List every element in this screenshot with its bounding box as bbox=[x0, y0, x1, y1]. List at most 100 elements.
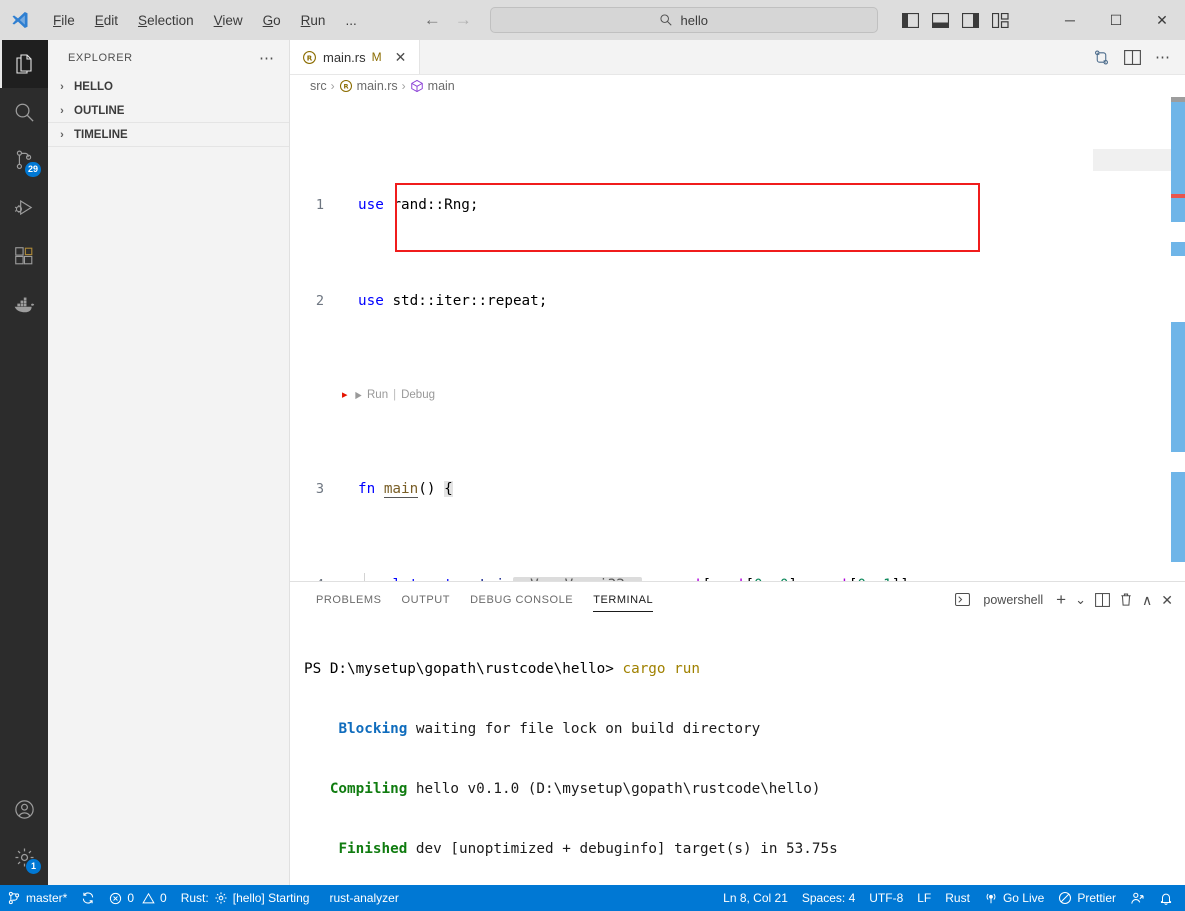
codelens-run[interactable]: Run bbox=[354, 383, 388, 407]
tab-problems[interactable]: PROBLEMS bbox=[306, 582, 392, 617]
vscode-window: File Edit Selection View Go Run ... ← → … bbox=[0, 0, 1185, 911]
terminal-label: Finished bbox=[338, 841, 408, 857]
close-panel-icon[interactable]: ✕ bbox=[1161, 593, 1173, 607]
code-line-text: use rand::Rng; bbox=[358, 197, 479, 213]
sidebar-item-timeline[interactable]: › TIMELINE bbox=[48, 123, 289, 147]
tab-main-rs[interactable]: R main.rs M ✕ bbox=[290, 40, 421, 74]
editor-group: R main.rs M ✕ ⋯ src › R main.rs › main 1… bbox=[290, 40, 1185, 885]
activity-accounts[interactable] bbox=[0, 785, 48, 833]
status-remote-share[interactable] bbox=[1123, 885, 1152, 911]
navigation-arrows: ← → bbox=[424, 10, 472, 30]
close-window-button[interactable]: ✕ bbox=[1139, 0, 1185, 40]
status-prettier[interactable]: Prettier bbox=[1051, 885, 1123, 911]
menu-more[interactable]: ... bbox=[336, 9, 365, 32]
compare-changes-icon[interactable] bbox=[1093, 49, 1110, 66]
sidebar-item-outline[interactable]: › OUTLINE bbox=[48, 99, 289, 123]
code-line: 2 use std::iter::repeat; bbox=[290, 289, 1093, 313]
menu-go[interactable]: Go bbox=[254, 9, 290, 32]
activity-bar: 29 1 bbox=[0, 40, 48, 885]
breadcrumb: src › R main.rs › main bbox=[290, 75, 1185, 97]
maximize-button[interactable]: ☐ bbox=[1093, 0, 1139, 40]
breakpoint-marker-icon[interactable]: ▸ bbox=[342, 383, 348, 407]
activity-run-and-debug[interactable] bbox=[0, 184, 48, 232]
split-editor-icon[interactable] bbox=[1124, 49, 1141, 65]
forward-arrow-icon[interactable]: → bbox=[455, 10, 472, 30]
menu-view[interactable]: View bbox=[205, 9, 252, 32]
menu-selection[interactable]: Selection bbox=[129, 9, 203, 32]
sidebar-item-hello[interactable]: › HELLO bbox=[48, 75, 289, 99]
tab-debug-console[interactable]: DEBUG CONSOLE bbox=[460, 582, 583, 617]
status-rust-server[interactable]: Rust: [hello] Starting bbox=[174, 885, 317, 911]
terminal-output[interactable]: PS D:\mysetup\gopath\rustcode\hello> car… bbox=[290, 617, 1185, 885]
sidebar-item-label: OUTLINE bbox=[74, 104, 125, 117]
terminal-line: Compiling hello v0.1.0 (D:\mysetup\gopat… bbox=[304, 779, 1185, 799]
status-branch[interactable]: master* bbox=[0, 885, 74, 911]
svg-text:R: R bbox=[307, 53, 313, 62]
close-tab-icon[interactable]: ✕ bbox=[392, 49, 410, 65]
terminal-text: waiting for file lock on build directory bbox=[407, 721, 761, 737]
toggle-primary-sidebar-icon[interactable] bbox=[901, 12, 919, 28]
minimize-button[interactable]: ─ bbox=[1047, 0, 1093, 40]
status-encoding[interactable]: UTF-8 bbox=[862, 885, 910, 911]
status-eol[interactable]: LF bbox=[910, 885, 938, 911]
tab-output[interactable]: OUTPUT bbox=[392, 582, 461, 617]
command-search-input[interactable]: hello bbox=[489, 7, 878, 33]
activity-search[interactable] bbox=[0, 88, 48, 136]
search-value: hello bbox=[680, 12, 708, 28]
status-notifications[interactable] bbox=[1152, 885, 1185, 911]
explorer-sidebar: EXPLORER ⋯ › HELLO › OUTLINE › TIMELINE bbox=[48, 40, 290, 885]
breadcrumb-file[interactable]: R main.rs bbox=[339, 79, 398, 93]
sidebar-item-label: TIMELINE bbox=[74, 128, 128, 141]
new-terminal-icon[interactable]: + bbox=[1056, 591, 1066, 608]
terminal-name: powershell bbox=[983, 592, 1044, 607]
overview-mark-change bbox=[1171, 322, 1185, 452]
status-indentation[interactable]: Spaces: 4 bbox=[795, 885, 862, 911]
minimap[interactable] bbox=[1093, 97, 1185, 581]
customize-layout-icon[interactable] bbox=[991, 12, 1009, 28]
terminal-prompt: PS D:\mysetup\gopath\rustcode\hello> bbox=[304, 661, 614, 677]
activity-source-control[interactable]: 29 bbox=[0, 136, 48, 184]
activity-extensions[interactable] bbox=[0, 232, 48, 280]
terminal-dropdown-icon[interactable]: ⌄ bbox=[1075, 593, 1086, 606]
status-problems[interactable]: 0 0 bbox=[102, 885, 173, 911]
toggle-secondary-sidebar-icon[interactable] bbox=[961, 12, 979, 28]
collapse-panel-icon[interactable]: ∧ bbox=[1142, 593, 1152, 607]
menu-edit[interactable]: Edit bbox=[86, 9, 127, 32]
activity-manage-settings[interactable]: 1 bbox=[0, 833, 48, 881]
tab-terminal[interactable]: TERMINAL bbox=[583, 582, 663, 617]
toggle-panel-icon[interactable] bbox=[931, 12, 949, 28]
activity-explorer[interactable] bbox=[0, 40, 48, 88]
status-go-live-label: Go Live bbox=[1002, 891, 1045, 905]
more-editor-actions-icon[interactable]: ⋯ bbox=[1155, 48, 1171, 66]
breadcrumb-src[interactable]: src bbox=[310, 79, 327, 93]
terminal-text: dev [unoptimized + debuginfo] target(s) … bbox=[407, 841, 838, 857]
breadcrumb-file-label: main.rs bbox=[356, 79, 398, 93]
terminal-shell-icon bbox=[955, 592, 971, 607]
workbench-body: 29 1 EXPLORER ⋯ › HELLO › OUTLINE › TIME… bbox=[0, 40, 1185, 885]
sidebar-item-label: HELLO bbox=[74, 81, 113, 93]
line-number: 1 bbox=[315, 197, 324, 213]
sidebar-more-actions-icon[interactable]: ⋯ bbox=[253, 49, 281, 67]
breadcrumb-symbol[interactable]: main bbox=[410, 79, 455, 93]
split-terminal-icon[interactable] bbox=[1095, 592, 1110, 607]
status-sync[interactable] bbox=[74, 885, 102, 911]
code-scroll-region: 1 use rand::Rng; 2 use std::iter::repeat… bbox=[290, 97, 1093, 581]
layout-controls bbox=[901, 12, 1009, 28]
activity-docker[interactable] bbox=[0, 280, 48, 328]
status-cursor-position[interactable]: Ln 8, Col 21 bbox=[716, 885, 795, 911]
source-control-badge: 29 bbox=[24, 162, 41, 177]
kill-terminal-icon[interactable] bbox=[1119, 592, 1133, 607]
status-language-mode[interactable]: Rust bbox=[938, 885, 977, 911]
codelens-run-debug[interactable]: ▸ Run | Debug bbox=[290, 385, 1093, 405]
menu-file[interactable]: File bbox=[44, 9, 84, 32]
status-go-live[interactable]: Go Live bbox=[977, 885, 1051, 911]
code-editor[interactable]: 1 use rand::Rng; 2 use std::iter::repeat… bbox=[290, 97, 1185, 581]
menu-run[interactable]: Run bbox=[292, 9, 335, 32]
back-arrow-icon[interactable]: ← bbox=[424, 10, 441, 30]
code-line-text: use std::iter::repeat; bbox=[358, 293, 548, 309]
minimap-slider[interactable] bbox=[1093, 149, 1171, 171]
status-rust-analyzer[interactable]: rust-analyzer bbox=[322, 885, 405, 911]
codelens-debug[interactable]: Debug bbox=[401, 383, 435, 407]
overview-mark-change bbox=[1171, 242, 1185, 256]
status-branch-label: master* bbox=[26, 891, 68, 905]
